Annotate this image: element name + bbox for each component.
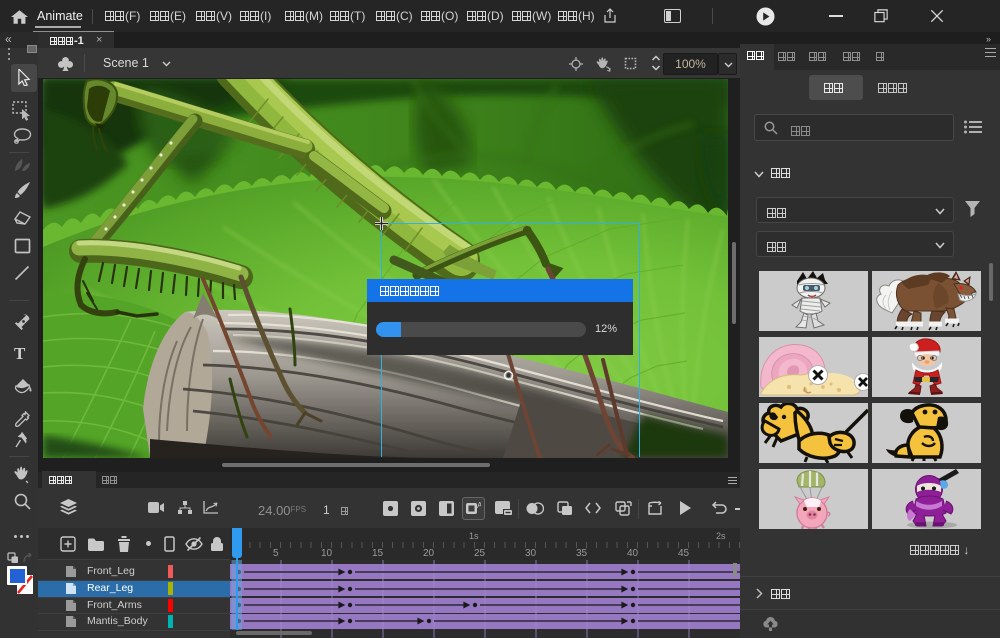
svg-text:A: A bbox=[477, 501, 481, 510]
